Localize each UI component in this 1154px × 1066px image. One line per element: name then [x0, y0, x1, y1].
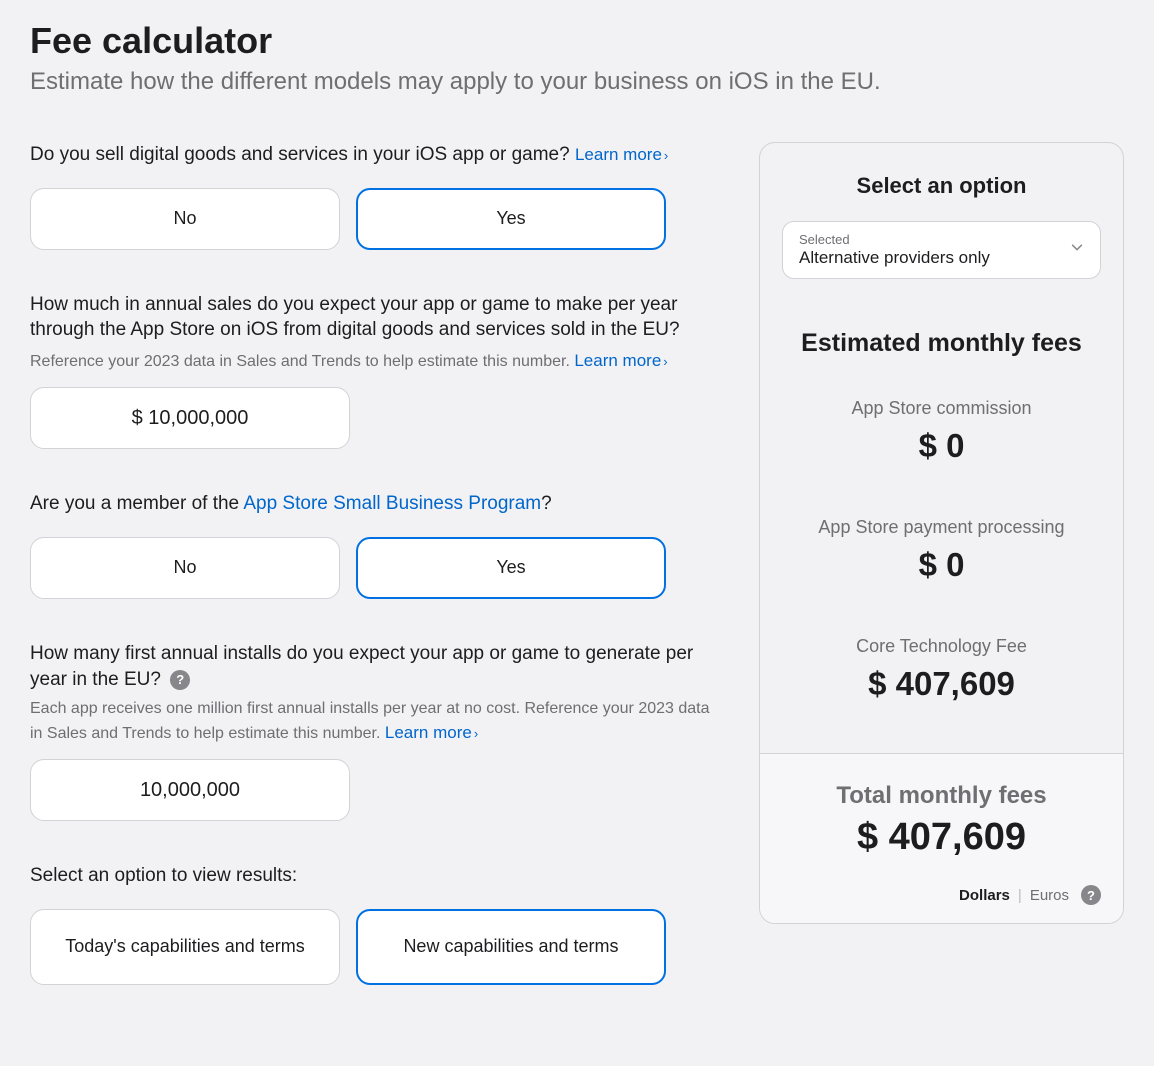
- fee-commission: App Store commission $ 0: [782, 398, 1101, 465]
- chevron-down-icon: [1070, 240, 1084, 259]
- annual-sales-input[interactable]: [30, 387, 350, 449]
- help-icon[interactable]: ?: [1081, 885, 1101, 905]
- estimated-fees-title: Estimated monthly fees: [782, 329, 1101, 358]
- question-label: Do you sell digital goods and services i…: [30, 144, 570, 165]
- helper-text: Reference your 2023 data in Sales and Tr…: [30, 349, 719, 373]
- question-annual-sales: How much in annual sales do you expect y…: [30, 292, 719, 450]
- learn-more-link[interactable]: Learn more›: [385, 723, 478, 742]
- total-value: $ 407,609: [782, 816, 1101, 859]
- fee-label: App Store commission: [782, 398, 1101, 419]
- total-section: Total monthly fees $ 407,609 Dollars | E…: [760, 753, 1123, 923]
- page-subtitle: Estimate how the different models may ap…: [30, 68, 1124, 96]
- question-installs: How many first annual installs do you ex…: [30, 641, 719, 821]
- today-terms-button[interactable]: Today's capabilities and terms: [30, 909, 340, 985]
- digital-goods-no-button[interactable]: No: [30, 188, 340, 250]
- question-text: Are you a member of the App Store Small …: [30, 491, 719, 517]
- small-business-no-button[interactable]: No: [30, 537, 340, 599]
- currency-toggle: Dollars | Euros ?: [782, 885, 1101, 905]
- select-label: Selected: [799, 232, 1084, 247]
- learn-more-text: Learn more: [574, 351, 661, 370]
- learn-more-link[interactable]: Learn more›: [575, 145, 668, 164]
- fee-label: App Store payment processing: [782, 517, 1101, 538]
- helper-text: Each app receives one million first annu…: [30, 698, 719, 745]
- help-icon[interactable]: ?: [170, 670, 190, 690]
- chevron-right-icon: ›: [664, 147, 668, 165]
- total-label: Total monthly fees: [782, 782, 1101, 810]
- fee-value: $ 407,609: [782, 665, 1101, 703]
- chevron-right-icon: ›: [474, 725, 478, 743]
- fee-ctf: Core Technology Fee $ 407,609: [782, 636, 1101, 703]
- question-label: How many first annual installs do you ex…: [30, 643, 693, 690]
- question-prefix: Are you a member of the: [30, 493, 243, 514]
- helper-label: Reference your 2023 data in Sales and Tr…: [30, 353, 570, 370]
- divider: |: [1018, 887, 1022, 904]
- fee-value: $ 0: [782, 546, 1101, 584]
- learn-more-text: Learn more: [385, 723, 472, 742]
- page-title: Fee calculator: [30, 20, 1124, 62]
- sidebar-title: Select an option: [782, 173, 1101, 199]
- select-value: Alternative providers only: [799, 248, 1084, 268]
- fee-label: Core Technology Fee: [782, 636, 1101, 657]
- digital-goods-yes-button[interactable]: Yes: [356, 188, 666, 250]
- learn-more-link[interactable]: Learn more›: [574, 351, 667, 370]
- question-suffix: ?: [541, 493, 552, 514]
- form-column: Do you sell digital goods and services i…: [30, 142, 719, 985]
- currency-dollars[interactable]: Dollars: [959, 887, 1010, 904]
- new-terms-button[interactable]: New capabilities and terms: [356, 909, 666, 985]
- currency-euros[interactable]: Euros: [1030, 887, 1069, 904]
- question-text: How much in annual sales do you expect y…: [30, 292, 719, 343]
- question-text: Do you sell digital goods and services i…: [30, 142, 719, 168]
- question-view-option: Select an option to view results: Today'…: [30, 863, 719, 985]
- learn-more-text: Learn more: [575, 145, 662, 164]
- question-small-business: Are you a member of the App Store Small …: [30, 491, 719, 599]
- fee-value: $ 0: [782, 427, 1101, 465]
- small-business-yes-button[interactable]: Yes: [356, 537, 666, 599]
- results-sidebar: Select an option Selected Alternative pr…: [759, 142, 1124, 924]
- option-select[interactable]: Selected Alternative providers only: [782, 221, 1101, 279]
- helper-label: Each app receives one million first annu…: [30, 700, 710, 741]
- question-digital-goods: Do you sell digital goods and services i…: [30, 142, 719, 250]
- question-text: Select an option to view results:: [30, 863, 719, 889]
- fee-processing: App Store payment processing $ 0: [782, 517, 1101, 584]
- chevron-right-icon: ›: [663, 353, 667, 371]
- small-business-program-link[interactable]: App Store Small Business Program: [243, 493, 541, 514]
- question-text: How many first annual installs do you ex…: [30, 641, 719, 692]
- installs-input[interactable]: [30, 759, 350, 821]
